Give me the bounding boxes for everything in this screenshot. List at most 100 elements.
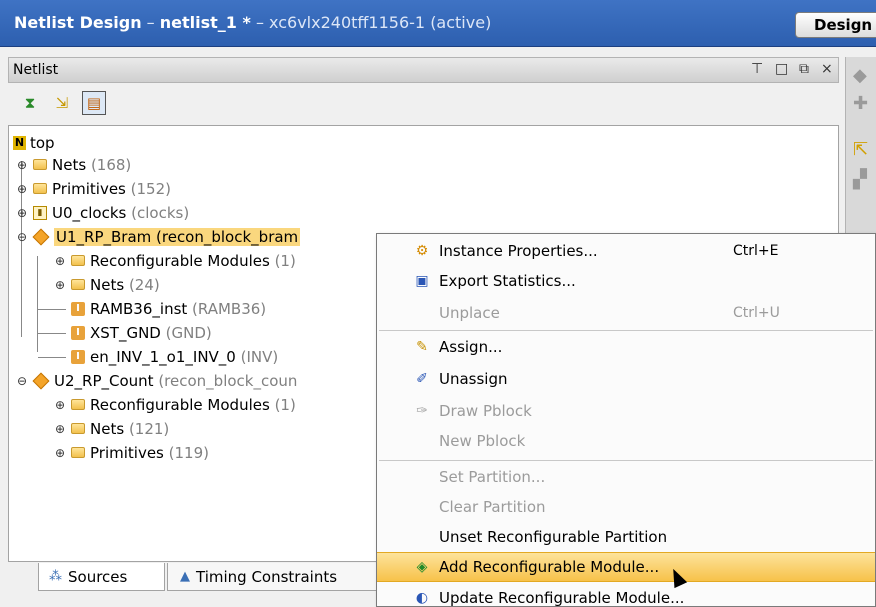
panel-tabs: ⁂ Sources ▲ Timing Constraints [8, 563, 408, 593]
tree-node-xst-gnd[interactable]: I XST_GND (GND) [71, 321, 212, 344]
folder-icon [71, 279, 85, 290]
tab-sources[interactable]: ⁂ Sources [38, 563, 165, 591]
tree-node-nets[interactable]: ⊕ Nets (168) [15, 153, 131, 176]
menu-item-unset-reconfigurable-partition[interactable]: Unset Reconfigurable Partition [377, 522, 875, 552]
zoom-icon[interactable]: ✚ [853, 93, 868, 114]
node-count: (1) [274, 395, 296, 414]
panel-title: Netlist [13, 62, 59, 78]
tab-label: Sources [68, 567, 128, 586]
float-icon[interactable]: ⧉ [799, 61, 809, 77]
menu-label: Export Statistics... [439, 272, 576, 290]
menu-label: Instance Properties... [439, 242, 598, 260]
menu-separator [379, 460, 873, 461]
node-label: Primitives [90, 443, 164, 462]
save-icon: ▣ [415, 273, 429, 289]
expand-toggle-icon[interactable]: ⊕ [15, 182, 29, 196]
folder-icon [71, 255, 85, 266]
design-button[interactable]: Design [795, 12, 876, 38]
instance-icon: I [71, 349, 85, 364]
tab-label: Timing Constraints [196, 567, 338, 586]
menu-item-assign[interactable]: ✎ Assign... [377, 332, 875, 362]
tree-node-en-inv[interactable]: I en_INV_1_o1_INV_0 (INV) [71, 345, 278, 368]
expand-toggle-icon[interactable]: ⊕ [53, 398, 67, 412]
maximize-icon[interactable]: □ [775, 61, 788, 77]
menu-label: Update Reconfigurable Module... [439, 589, 685, 607]
menu-label: Draw Pblock [439, 402, 532, 420]
route-icon[interactable]: ▞ [853, 169, 867, 190]
tree-branch-line [38, 309, 66, 310]
close-icon[interactable]: × [821, 61, 833, 77]
node-count: (1) [274, 251, 296, 270]
tree-node-u2-nets[interactable]: ⊕ Nets (121) [53, 417, 169, 440]
tree-node-u2-reconf-modules[interactable]: ⊕ Reconfigurable Modules (1) [53, 393, 296, 416]
collapse-toggle-icon[interactable]: ⊖ [15, 230, 29, 244]
collapse-all-icon[interactable]: ⧗ [18, 91, 42, 115]
tree-branch-line [38, 333, 66, 334]
menu-item-unplace[interactable]: Unplace Ctrl+U [377, 298, 875, 328]
tree-node-primitives[interactable]: ⊕ Primitives (152) [15, 177, 171, 200]
back-icon[interactable]: ◆ [853, 65, 867, 86]
expand-toggle-icon[interactable]: ⊕ [15, 158, 29, 172]
menu-item-instance-properties[interactable]: ⚙ Instance Properties... Ctrl+E [377, 236, 875, 266]
menu-item-new-pblock[interactable]: New Pblock [377, 426, 875, 456]
reconfigurable-partition-icon [32, 372, 50, 389]
title-design-type: Netlist Design [14, 13, 142, 32]
menu-item-unassign[interactable]: ✐ Unassign [377, 364, 875, 394]
tree-node-u2-rp-count[interactable]: ⊖ U2_RP_Count (recon_block_coun [15, 369, 297, 392]
menu-item-export-statistics[interactable]: ▣ Export Statistics... [377, 266, 875, 296]
menu-item-update-reconfigurable-module[interactable]: ◐ Update Reconfigurable Module... [377, 583, 875, 607]
draw-pblock-icon: ✑ [416, 403, 428, 419]
expand-toggle-icon[interactable]: ⊕ [53, 254, 67, 268]
node-label: U2_RP_Count [54, 371, 154, 390]
tree-node-u0-clocks[interactable]: ⊕ ▮ U0_clocks (clocks) [15, 201, 189, 224]
netlist-top-icon: N [13, 135, 26, 150]
node-count: (24) [128, 275, 160, 294]
tree-node-u1-reconf-modules[interactable]: ⊕ Reconfigurable Modules (1) [53, 249, 296, 272]
show-hierarchy-icon[interactable]: ▤ [82, 91, 106, 115]
module-icon: ▮ [33, 205, 47, 220]
collapse-toggle-icon[interactable]: ⊖ [15, 374, 29, 388]
node-label: U0_clocks [52, 203, 127, 222]
menu-label: Assign... [439, 338, 503, 356]
instance-icon: I [71, 325, 85, 340]
tree-node-top[interactable]: N top [13, 131, 55, 154]
expand-toggle-icon[interactable]: ⊕ [53, 422, 67, 436]
tree-node-ramb36[interactable]: I RAMB36_inst (RAMB36) [71, 297, 266, 320]
node-label: Nets [90, 275, 125, 294]
tree-branch-line [37, 256, 38, 352]
node-label: top [30, 133, 55, 152]
menu-item-add-reconfigurable-module[interactable]: ◈ Add Reconfigurable Module... [377, 552, 875, 582]
folder-icon [71, 423, 85, 434]
node-type: (INV) [240, 347, 279, 366]
tab-timing-constraints[interactable]: ▲ Timing Constraints [167, 563, 377, 591]
node-label: Reconfigurable Modules [90, 395, 270, 414]
update-module-icon: ◐ [415, 590, 429, 606]
menu-label: Unset Reconfigurable Partition [439, 528, 668, 546]
expand-all-icon[interactable]: ⇲ [50, 91, 74, 115]
node-type: (recon_block_coun [158, 371, 298, 390]
select-icon[interactable]: ⇱ [853, 139, 868, 160]
menu-item-draw-pblock[interactable]: ✑ Draw Pblock [377, 396, 875, 426]
node-count: (168) [90, 155, 132, 174]
tree-node-u2-primitives[interactable]: ⊕ Primitives (119) [53, 441, 209, 464]
folder-icon [71, 399, 85, 410]
menu-item-clear-partition[interactable]: Clear Partition [377, 492, 875, 522]
node-type: (GND) [165, 323, 212, 342]
node-label-selected: U1_RP_Bram (recon_block_bram [54, 227, 301, 246]
menu-separator [379, 330, 873, 331]
expand-toggle-icon[interactable]: ⊕ [15, 206, 29, 220]
expand-toggle-icon[interactable]: ⊕ [53, 446, 67, 460]
title-netlist-name: netlist_1 * [159, 13, 251, 32]
window-title: Netlist Design – netlist_1 * – xc6vlx240… [14, 13, 491, 32]
node-label: Nets [90, 419, 125, 438]
menu-item-set-partition[interactable]: Set Partition... [377, 462, 875, 492]
tree-node-u1-nets[interactable]: ⊕ Nets (24) [53, 273, 160, 296]
pin-icon[interactable]: ⊤ [751, 61, 763, 77]
title-part: – xc6vlx240tff1156-1 (active) [250, 13, 492, 32]
menu-label: Unplace [439, 304, 500, 322]
node-label: en_INV_1_o1_INV_0 [90, 347, 236, 366]
expand-toggle-icon[interactable]: ⊕ [53, 278, 67, 292]
menu-label: Add Reconfigurable Module... [439, 558, 660, 576]
tree-node-u1-rp-bram[interactable]: ⊖ U1_RP_Bram (recon_block_bram [15, 225, 301, 248]
node-label: XST_GND [90, 323, 161, 342]
